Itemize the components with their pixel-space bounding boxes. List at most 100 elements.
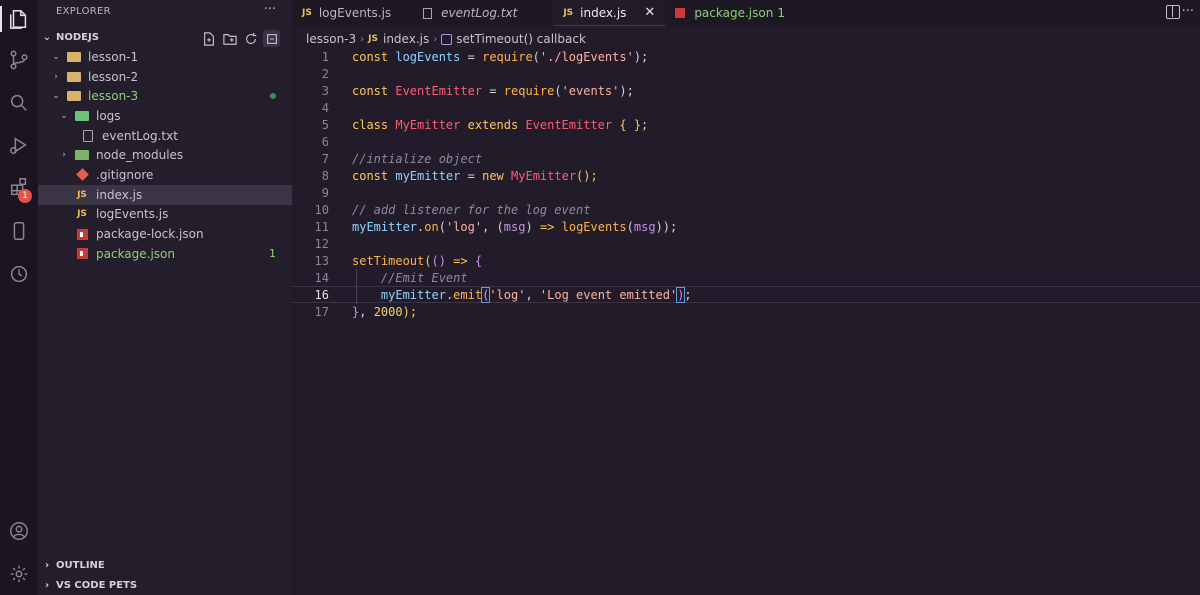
line-number: 12: [314, 236, 329, 251]
new-folder-icon[interactable]: [221, 30, 238, 47]
tab-package-json[interactable]: package.json 1: [665, 0, 795, 26]
line-number: 9: [321, 185, 329, 200]
more-actions-icon[interactable]: ···: [1182, 4, 1194, 19]
chevron-down-icon: ⌄: [42, 31, 52, 43]
tree-item-logs[interactable]: ⌄ logs: [38, 106, 292, 126]
mobile-icon[interactable]: [0, 212, 38, 250]
tree-item-lesson-1[interactable]: ⌄ lesson-1: [38, 47, 292, 67]
new-file-icon[interactable]: [200, 30, 217, 47]
tree-item-label: package-lock.json: [96, 227, 204, 242]
tree-item-gitignore[interactable]: .gitignore: [38, 165, 292, 185]
code-line[interactable]: 6: [292, 133, 1200, 150]
npm-icon: [675, 8, 686, 18]
tree-item-label: lesson-1: [88, 49, 139, 64]
code-line[interactable]: 13 setTimeout(() => {: [292, 252, 1200, 269]
code-text: //Emit Event: [352, 270, 468, 285]
folder-icon: [74, 109, 90, 123]
code-text: myEmitter.emit('log', 'Log event emitted…: [380, 286, 692, 303]
code-line[interactable]: 10 // add listener for the log event: [292, 201, 1200, 218]
tree-item-label: package.json: [96, 246, 176, 261]
tree-item-package-json[interactable]: package.json 1: [38, 244, 292, 264]
chevron-right-icon: ›: [360, 33, 365, 45]
outline-section[interactable]: › OUTLINE: [38, 555, 292, 575]
tab-problem-count: 1: [777, 6, 785, 20]
account-icon[interactable]: [0, 512, 38, 550]
code-line[interactable]: 8 const myEmitter = new MyEmitter();: [292, 167, 1200, 184]
tree-item-label: .gitignore: [96, 167, 154, 182]
settings-gear-icon[interactable]: [0, 555, 38, 593]
tree-item-lesson-2[interactable]: › lesson-2: [38, 67, 292, 87]
activity-bar: 1: [0, 0, 38, 595]
javascript-icon: JS: [368, 34, 378, 44]
tab-label: eventLog.txt: [441, 6, 518, 20]
chevron-down-icon: ⌄: [60, 110, 68, 121]
line-number: 11: [314, 219, 329, 234]
tree-item-label: index.js: [96, 187, 143, 202]
extensions-badge: 1: [18, 189, 32, 203]
tree-item-logevents-js[interactable]: JS logEvents.js: [38, 205, 292, 225]
code-text: class MyEmitter extends EventEmitter { }…: [352, 117, 649, 132]
tree-item-eventlog[interactable]: eventLog.txt: [38, 126, 292, 146]
explorer-sidebar: EXPLORER ··· ⌄ NODEJS ⌄ lesson-1 › lesso…: [38, 0, 292, 595]
code-editor[interactable]: 1 const logEvents = require('./logEvents'…: [292, 48, 1200, 320]
line-number: 1: [321, 49, 329, 64]
npm-icon: [74, 247, 90, 261]
refresh-icon[interactable]: [242, 30, 259, 47]
breadcrumb: lesson-3 › JS index.js › setTimeout() ca…: [306, 30, 586, 48]
code-line[interactable]: 1 const logEvents = require('./logEvents'…: [292, 48, 1200, 65]
breadcrumb-symbol[interactable]: setTimeout() callback: [456, 32, 586, 46]
modified-dot: [270, 93, 276, 100]
breadcrumb-file[interactable]: index.js: [383, 32, 429, 46]
code-line[interactable]: 5 class MyEmitter extends EventEmitter { …: [292, 116, 1200, 133]
code-text: const EventEmitter = require('events');: [352, 83, 634, 98]
extensions-icon[interactable]: 1: [0, 168, 38, 206]
explorer-title: EXPLORER: [56, 6, 111, 17]
tab-eventlog-txt[interactable]: eventLog.txt: [401, 0, 528, 26]
tree-item-lesson-3[interactable]: ⌄ lesson-3: [38, 86, 292, 106]
run-debug-icon[interactable]: [0, 126, 38, 164]
close-icon[interactable]: ✕: [644, 5, 655, 20]
tree-item-package-lock[interactable]: package-lock.json: [38, 224, 292, 244]
tree-item-node-modules[interactable]: › node_modules: [38, 145, 292, 165]
code-line[interactable]: 14 //Emit Event: [292, 269, 1200, 286]
vscode-pets-section[interactable]: › VS CODE PETS: [38, 575, 292, 595]
npm-icon: [74, 227, 90, 241]
split-editor-icon[interactable]: [1166, 5, 1180, 19]
code-text: }, 2000);: [352, 304, 418, 319]
code-line[interactable]: 2: [292, 65, 1200, 82]
collapse-all-icon[interactable]: [263, 30, 280, 47]
code-line[interactable]: 12: [292, 235, 1200, 252]
history-icon[interactable]: [0, 255, 38, 293]
chevron-right-icon: ›: [62, 150, 66, 161]
tab-logevents-js[interactable]: JS logEvents.js: [292, 0, 402, 26]
git-icon: [74, 168, 90, 182]
problem-count: 1: [269, 247, 276, 261]
code-line[interactable]: 17}, 2000);: [292, 303, 1200, 320]
root-folder-label: NODEJS: [56, 31, 99, 43]
tree-item-index-js[interactable]: JS index.js: [38, 184, 292, 205]
source-control-icon[interactable]: [0, 41, 38, 79]
code-line[interactable]: 9: [292, 184, 1200, 201]
line-number: 5: [321, 117, 329, 132]
line-number: 3: [321, 83, 329, 98]
code-line[interactable]: 4: [292, 99, 1200, 116]
tree-item-label: lesson-2: [88, 69, 139, 84]
files-icon[interactable]: [0, 0, 38, 38]
chevron-down-icon: ⌄: [52, 91, 60, 102]
code-text: myEmitter.on('log', (msg) => logEvents(m…: [352, 219, 678, 234]
code-line[interactable]: 7 //intialize object: [292, 150, 1200, 167]
breadcrumb-folder[interactable]: lesson-3: [306, 32, 356, 46]
more-actions-icon[interactable]: ···: [264, 2, 276, 17]
tab-index-js[interactable]: JS index.js ✕: [553, 0, 666, 26]
tree-item-label: eventLog.txt: [102, 128, 178, 143]
search-icon[interactable]: [0, 84, 38, 122]
file-tree: ⌄ lesson-1 › lesson-2 ⌄ lesson-3 ⌄ logs …: [38, 47, 292, 264]
tree-item-label: node_modules: [96, 148, 184, 163]
code-line-current[interactable]: 16 myEmitter.emit('log', 'Log event emit…: [292, 286, 1200, 304]
code-text: const logEvents = require('./logEvents')…: [352, 49, 649, 64]
folder-icon: [66, 50, 82, 64]
line-number: 10: [314, 202, 329, 217]
code-line[interactable]: 3 const EventEmitter = require('events');: [292, 82, 1200, 99]
code-line[interactable]: 11 myEmitter.on('log', (msg) => logEvents…: [292, 218, 1200, 235]
editor-area: JS logEvents.js eventLog.txt JS index.js…: [292, 0, 1200, 595]
